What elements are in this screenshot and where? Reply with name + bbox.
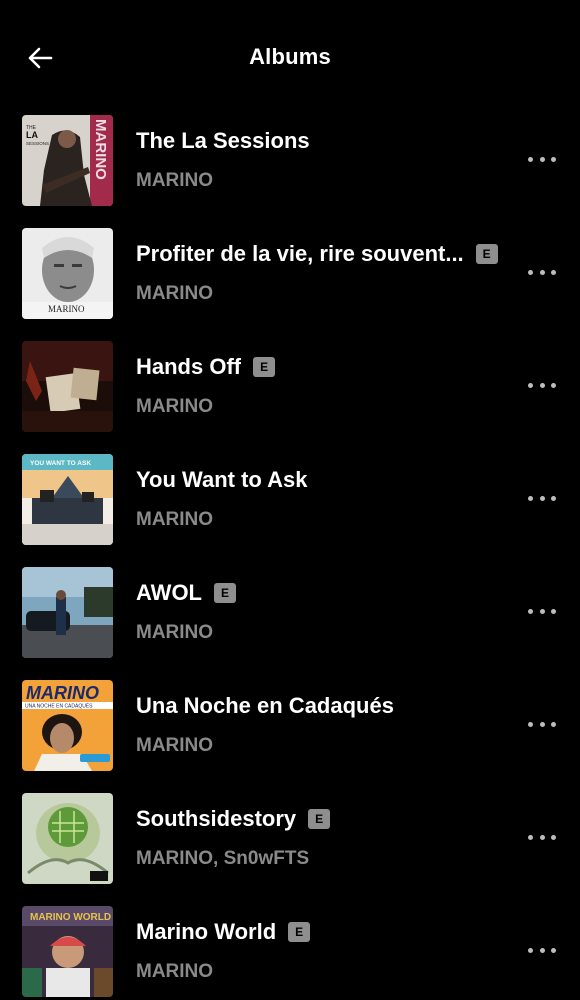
album-title: Southsidestory [136,806,297,831]
dot-icon [539,382,545,388]
explicit-badge: E [214,583,236,603]
album-row[interactable]: MARINO WORLD Marino World E MARINO [0,906,580,1000]
dot-icon [528,834,533,840]
svg-text:MARINO: MARINO [92,119,109,180]
more-options-button[interactable] [528,262,556,282]
dot-icon [551,834,556,840]
album-artist: MARINO [136,283,214,304]
explicit-badge: E [475,244,498,264]
dot-icon [539,156,545,162]
dot-icon [551,495,556,501]
album-cover: MARINO [22,228,113,319]
dot-icon [528,269,533,275]
album-artist: MARINO [136,170,214,191]
dot-icon [551,721,556,727]
album-row[interactable]: YOU WANT TO ASK You Want to Ask MARINO [0,454,580,567]
album-cover [22,567,113,658]
more-options-button[interactable] [528,149,556,169]
svg-text:LA: LA [26,130,38,140]
album-title: Profiter de la vie, rire souvent... [136,241,464,266]
top-bar: Albums [0,0,580,115]
album-artist: MARINO, Sn0wFTS [136,848,310,869]
explicit-badge: E [253,357,276,377]
dot-icon [539,834,545,840]
album-title: AWOL [136,580,202,605]
album-cover [22,341,113,432]
dot-icon [539,495,545,501]
dot-icon [551,269,556,275]
svg-text:MARINO WORLD: MARINO WORLD [30,912,111,923]
explicit-badge: E [308,809,331,829]
album-cover: MARINO UNA NOCHE EN CADAQUÉS [22,680,113,771]
dot-icon [551,947,556,953]
dot-icon [539,269,545,275]
album-cover [22,793,113,884]
dot-icon [528,608,533,614]
svg-text:YOU WANT TO ASK: YOU WANT TO ASK [30,460,91,467]
album-title: Marino World [136,919,277,944]
explicit-badge: E [288,922,311,942]
more-options-button[interactable] [528,601,556,621]
svg-text:MARINO: MARINO [26,683,99,703]
album-artist: MARINO [136,735,214,756]
album-row[interactable]: Hands Off E MARINO [0,341,580,454]
album-row[interactable]: Southsidestory E MARINO, Sn0wFTS [0,793,580,906]
dot-icon [551,156,556,162]
album-title: Hands Off [136,354,242,379]
dot-icon [539,947,545,953]
dot-icon [528,156,533,162]
album-row[interactable]: THE LA SESSIONS MARINO The La Sessions M… [0,115,580,228]
album-artist: MARINO [136,396,214,417]
album-artist: MARINO [136,509,214,530]
svg-text:SESSIONS: SESSIONS [26,141,49,146]
album-title: You Want to Ask [136,467,308,492]
page-title: Albums [249,44,331,69]
svg-text:UNA NOCHE EN CADAQUÉS: UNA NOCHE EN CADAQUÉS [25,703,93,710]
dot-icon [528,947,533,953]
album-list: THE LA SESSIONS MARINO The La Sessions M… [0,115,580,1000]
album-cover: THE LA SESSIONS MARINO [22,115,113,206]
album-artist: MARINO [136,622,214,643]
album-cover: YOU WANT TO ASK [22,454,113,545]
album-title: Una Noche en Cadaqués [136,693,394,718]
svg-text:MARINO: MARINO [48,304,85,314]
dot-icon [528,721,533,727]
dot-icon [528,495,533,501]
more-options-button[interactable] [528,375,556,395]
album-row[interactable]: AWOL E MARINO [0,567,580,680]
album-row[interactable]: MARINO UNA NOCHE EN CADAQUÉS Una Noche e… [0,680,580,793]
dot-icon [551,382,556,388]
more-options-button[interactable] [528,488,556,508]
album-row[interactable]: MARINO Profiter de la vie, rire souvent.… [0,228,580,341]
dot-icon [539,608,545,614]
album-title: The La Sessions [136,128,310,153]
dot-icon [528,382,533,388]
dot-icon [539,721,545,727]
album-cover: MARINO WORLD [22,906,113,997]
more-options-button[interactable] [528,714,556,734]
album-artist: MARINO [136,961,214,982]
more-options-button[interactable] [528,940,556,960]
more-options-button[interactable] [528,827,556,847]
dot-icon [551,608,556,614]
